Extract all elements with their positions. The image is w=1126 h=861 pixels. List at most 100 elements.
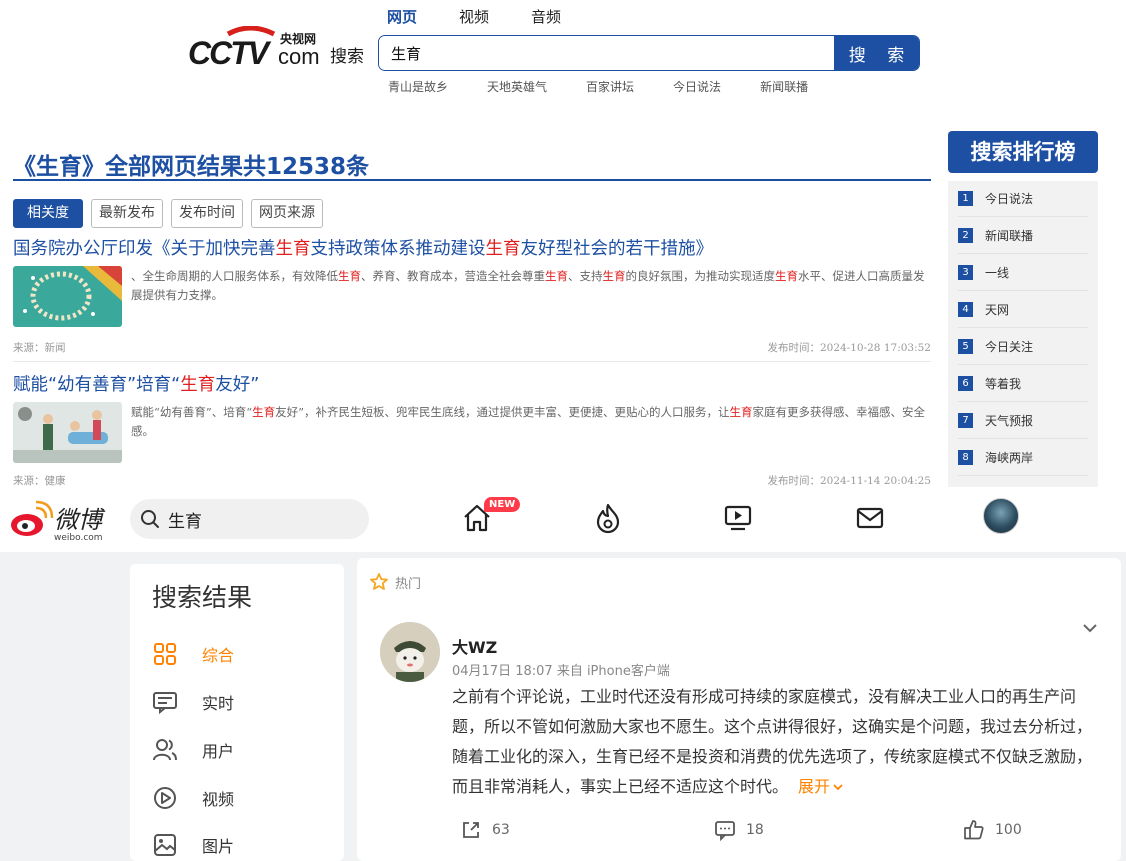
sort-options: 相关度 最新发布 发布时间 网页来源 bbox=[13, 199, 323, 228]
hot-link[interactable]: 天地英雄气 bbox=[487, 78, 547, 95]
user-avatar[interactable] bbox=[983, 498, 1019, 534]
rank-number: 8 bbox=[958, 450, 973, 465]
play-circle-icon bbox=[154, 787, 176, 809]
rank-number: 5 bbox=[958, 339, 973, 354]
hot-label: 热门 bbox=[369, 572, 421, 592]
sidebar-item-comprehensive[interactable]: 综合 bbox=[152, 639, 234, 669]
sidebar-item-label: 视频 bbox=[202, 790, 235, 809]
post-meta: 04月17日 18:07 来自 iPhone客户端 bbox=[452, 664, 670, 679]
rank-number: 2 bbox=[958, 228, 973, 243]
rank-number: 3 bbox=[958, 265, 973, 280]
svg-text:CCTV: CCTV bbox=[188, 35, 272, 70]
ranking-item[interactable]: 5 今日关注 bbox=[958, 329, 1088, 365]
sort-time-button[interactable]: 发布时间 bbox=[171, 199, 243, 228]
cctv-logo-suffix: 搜索 bbox=[330, 47, 364, 67]
sort-source-button[interactable]: 网页来源 bbox=[251, 199, 323, 228]
grid-icon bbox=[154, 643, 176, 665]
image-icon bbox=[154, 834, 176, 856]
cctv-hot-links: 青山是故乡 天地英雄气 百家讲坛 今日说法 新闻联播 bbox=[388, 78, 847, 95]
cctv-search-button[interactable]: 搜 索 bbox=[834, 36, 919, 70]
weibo-search-input[interactable] bbox=[168, 509, 348, 529]
rank-label: 海峡两岸 bbox=[985, 451, 1034, 465]
hot-flame-icon[interactable] bbox=[592, 502, 624, 534]
weibo-logo-text: 微博 bbox=[54, 506, 106, 534]
ranking-item[interactable]: 1 今日说法 bbox=[958, 181, 1088, 217]
ranking-item[interactable]: 2 新闻联播 bbox=[958, 218, 1088, 254]
post-author-name[interactable]: 大WZ bbox=[452, 634, 497, 658]
rank-label: 等着我 bbox=[985, 377, 1022, 391]
sidebar-item-label: 实时 bbox=[202, 694, 235, 713]
rank-label: 天网 bbox=[985, 303, 1010, 317]
svg-text:com: com bbox=[278, 44, 320, 69]
ranking-item[interactable]: 4 天网 bbox=[958, 292, 1088, 328]
like-button[interactable]: 100 bbox=[963, 819, 1022, 841]
sidebar-item-users[interactable]: 用户 bbox=[152, 735, 234, 765]
rank-label: 今日说法 bbox=[985, 192, 1034, 206]
result-time: 发布时间：2024-11-14 20:04:25 bbox=[767, 475, 931, 487]
like-count: 100 bbox=[995, 822, 1022, 838]
search-result: 国务院办公厅印发《关于加快完善生育支持政策体系推动建设生育友好型社会的若干措施》… bbox=[13, 237, 931, 362]
ranking-item[interactable]: 3 一线 bbox=[958, 255, 1088, 291]
mail-icon[interactable] bbox=[854, 502, 886, 534]
hot-link[interactable]: 青山是故乡 bbox=[388, 78, 448, 95]
tab-audio[interactable]: 音频 bbox=[531, 7, 561, 27]
result-thumbnail[interactable] bbox=[13, 402, 122, 463]
cctv-search-page: CCTV 央视网 com 搜索 网页 视频 音频 搜 索 青山是故乡 天地英雄气… bbox=[0, 0, 1126, 490]
result-summary: 、全生命周期的人口服务体系，有效降低生育、养育、教育成本，营造全社会尊重生育、支… bbox=[131, 269, 925, 302]
results-title: 《生育》全部网页结果共12538条 bbox=[13, 154, 370, 180]
tab-video[interactable]: 视频 bbox=[459, 7, 489, 27]
result-divider bbox=[13, 361, 931, 362]
hot-link[interactable]: 新闻联播 bbox=[760, 78, 808, 95]
weibo-post-card: 热门 大WZ 04月17日 18:07 来自 iPhone客户端 之前有个评论说… bbox=[357, 558, 1121, 861]
sort-latest-button[interactable]: 最新发布 bbox=[91, 199, 163, 228]
sidebar-item-label: 图片 bbox=[202, 837, 235, 856]
repost-button[interactable]: 63 bbox=[460, 819, 510, 841]
result-time: 发布时间：2024-10-28 17:03:52 bbox=[767, 342, 931, 354]
users-icon bbox=[153, 739, 177, 761]
hot-link[interactable]: 百家讲坛 bbox=[586, 78, 634, 95]
cctv-search-input[interactable] bbox=[379, 36, 834, 70]
result-source: 来源：新闻 bbox=[13, 342, 66, 354]
post-author-avatar[interactable] bbox=[380, 622, 440, 682]
chevron-down-icon bbox=[833, 784, 843, 791]
sort-relevance-button[interactable]: 相关度 bbox=[13, 199, 83, 228]
sidebar-item-label: 综合 bbox=[202, 646, 235, 665]
ranking-list: 1 今日说法 2 新闻联播 3 一线 4 天网 5 今日关注 6 等着我 7 天气预报 8 海峡… bbox=[948, 181, 1098, 487]
sidebar-item-images[interactable]: 图片 bbox=[152, 830, 234, 860]
search-icon[interactable] bbox=[140, 509, 160, 529]
rank-label: 新闻联播 bbox=[985, 229, 1034, 243]
result-thumbnail[interactable] bbox=[13, 266, 122, 327]
search-result: 赋能“幼有善育”培育“生育友好” 赋能“幼有善育”、培育“生育友好”，补齐民生短… bbox=[13, 373, 931, 488]
cctv-logo[interactable]: CCTV 央视网 com 搜索 bbox=[188, 26, 370, 70]
rank-number: 1 bbox=[958, 191, 973, 206]
repost-count: 63 bbox=[492, 822, 510, 838]
sidebar-item-video[interactable]: 视频 bbox=[152, 783, 234, 813]
weibo-main: 搜索结果 综合 实时 用户 视频 图片 热门 大WZ 04月17日 18:07 … bbox=[0, 552, 1126, 861]
comment-button[interactable]: 18 bbox=[714, 819, 764, 841]
result-title-link[interactable]: 赋能“幼有善育”培育“生育友好” bbox=[13, 373, 931, 397]
new-badge: NEW bbox=[484, 497, 521, 512]
result-source: 来源：健康 bbox=[13, 475, 66, 487]
result-title-link[interactable]: 国务院办公厅印发《关于加快完善生育支持政策体系推动建设生育友好型社会的若干措施》 bbox=[13, 237, 931, 261]
ranking-title: 搜索排行榜 bbox=[948, 131, 1098, 173]
hot-link[interactable]: 今日说法 bbox=[673, 78, 721, 95]
rank-number: 6 bbox=[958, 376, 973, 391]
rank-number: 7 bbox=[958, 413, 973, 428]
weibo-top-nav: 微博 weibo.com NEW bbox=[0, 490, 1126, 552]
rank-label: 一线 bbox=[985, 266, 1010, 280]
sidebar-item-realtime[interactable]: 实时 bbox=[152, 687, 234, 717]
expand-link[interactable]: 展开 bbox=[798, 777, 844, 796]
video-tv-icon[interactable] bbox=[722, 502, 754, 534]
comment-count: 18 bbox=[746, 822, 764, 838]
tab-web[interactable]: 网页 bbox=[387, 7, 417, 27]
weibo-logo[interactable]: 微博 weibo.com bbox=[8, 498, 118, 542]
chat-card-icon bbox=[153, 692, 177, 715]
ranking-item[interactable]: 8 海峡两岸 bbox=[958, 440, 1088, 476]
ranking-item[interactable]: 6 等着我 bbox=[958, 366, 1088, 402]
chevron-down-icon[interactable] bbox=[1080, 618, 1100, 638]
star-icon bbox=[370, 573, 388, 590]
thumbs-up-icon bbox=[964, 820, 984, 840]
cctv-tab-bar: 网页 视频 音频 bbox=[387, 7, 603, 27]
post-text: 之前有个评论说，工业时代还没有形成可持续的家庭模式，没有解决工业人口的再生产问题… bbox=[452, 687, 1093, 796]
ranking-item[interactable]: 7 天气预报 bbox=[958, 403, 1088, 439]
